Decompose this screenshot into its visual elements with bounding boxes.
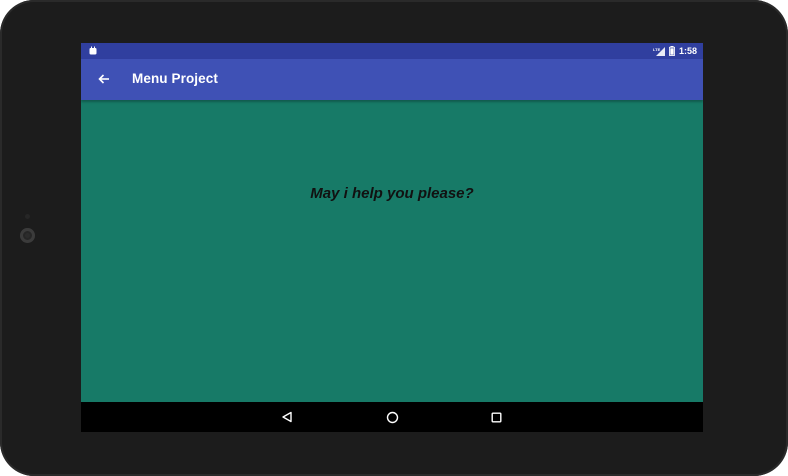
android-notification-icon bbox=[89, 46, 97, 55]
nav-home-button[interactable] bbox=[382, 407, 402, 427]
signal-icon: LTE bbox=[653, 46, 665, 56]
system-navigation-bar bbox=[81, 402, 703, 432]
tablet-device-frame: LTE 1:58 Menu Project May i help you ple… bbox=[0, 0, 788, 476]
back-triangle-icon bbox=[282, 411, 292, 423]
recents-square-icon bbox=[491, 412, 502, 423]
front-camera bbox=[20, 228, 35, 243]
status-bar: LTE 1:58 bbox=[81, 43, 703, 59]
help-message: May i help you please? bbox=[310, 185, 474, 202]
main-content: May i help you please? bbox=[81, 100, 703, 402]
proximity-sensor bbox=[25, 214, 30, 219]
arrow-back-icon bbox=[98, 74, 109, 84]
network-label: LTE bbox=[653, 47, 661, 52]
nav-recents-button[interactable] bbox=[486, 407, 506, 427]
device-screen: LTE 1:58 Menu Project May i help you ple… bbox=[81, 43, 703, 432]
back-button[interactable] bbox=[95, 70, 113, 88]
app-toolbar: Menu Project bbox=[81, 59, 703, 100]
status-time: 1:58 bbox=[678, 46, 697, 56]
home-circle-icon bbox=[386, 411, 398, 423]
page-title: Menu Project bbox=[132, 71, 218, 86]
status-indicators: LTE 1:58 bbox=[653, 43, 697, 59]
nav-back-button[interactable] bbox=[277, 407, 297, 427]
battery-icon bbox=[668, 46, 675, 56]
